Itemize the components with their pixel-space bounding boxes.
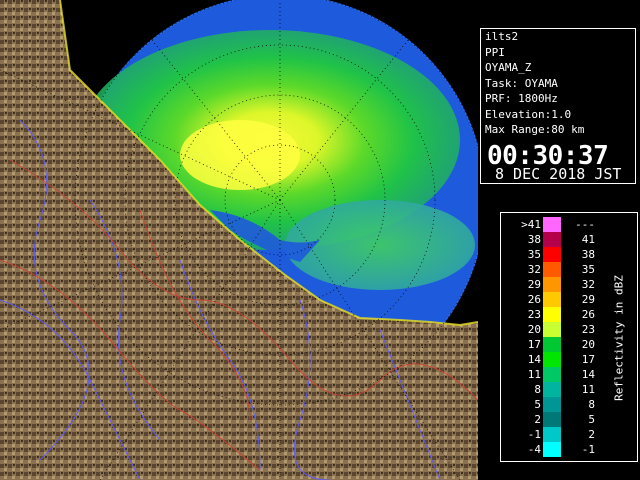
- reflectivity-legend: >41 --- 38 41 35 38 32 35 29 32 26 29 23 26 20 23 17 20 14…: [500, 212, 638, 462]
- legend-color-swatch: [543, 352, 561, 367]
- legend-upper-bound: 11: [581, 383, 595, 396]
- legend-lower-bound: 35: [527, 248, 541, 261]
- legend-color-swatch: [543, 412, 561, 427]
- legend-lower-bound: >41: [521, 218, 541, 231]
- legend-unit-label: Reflectivity in dBZ: [612, 275, 626, 401]
- legend-lower-bound: 8: [534, 383, 541, 396]
- legend-row: 25: [501, 412, 621, 427]
- legend-color-swatch: [543, 307, 561, 322]
- radar-info-box: ilts2 PPI OYAMA_Z Task: OYAMA PRF: 1800H…: [480, 28, 636, 184]
- legend-color-swatch: [543, 397, 561, 412]
- legend-color-swatch: [543, 367, 561, 382]
- legend-lower-bound: 5: [534, 398, 541, 411]
- legend-lower-bound: 20: [527, 323, 541, 336]
- legend-upper-bound: -1: [581, 443, 595, 456]
- legend-lower-bound: 32: [527, 263, 541, 276]
- legend-upper-bound: 17: [581, 353, 595, 366]
- legend-row: >41 ---: [501, 217, 621, 232]
- legend-color-swatch: [543, 427, 561, 442]
- legend-upper-bound: 2: [588, 428, 595, 441]
- legend-row: -4 -1: [501, 442, 621, 457]
- legend-color-swatch: [543, 382, 561, 397]
- field-name: OYAMA_Z: [485, 61, 532, 74]
- legend-row: 26 29: [501, 292, 621, 307]
- legend-row: -1 2: [501, 427, 621, 442]
- product-type: PPI: [485, 45, 505, 59]
- legend-color-swatch: [543, 217, 561, 232]
- legend-color-swatch: [543, 322, 561, 337]
- legend-color-swatch: [543, 247, 561, 262]
- legend-color-swatch: [543, 232, 561, 247]
- task-name: Task: OYAMA: [485, 76, 558, 90]
- legend-lower-bound: -4: [527, 443, 541, 456]
- legend-row: 20 23: [501, 322, 621, 337]
- legend-row: 17 20: [501, 337, 621, 352]
- legend-upper-bound: 26: [581, 308, 595, 321]
- max-range-value: Max Range:80 km: [485, 123, 585, 136]
- legend-color-swatch: [543, 277, 561, 292]
- echo-core: [180, 120, 300, 190]
- legend-lower-bound: 23: [527, 308, 541, 321]
- prf-value: PRF: 1800Hz: [485, 92, 558, 105]
- legend-upper-bound: 38: [581, 248, 595, 261]
- legend-upper-bound: 41: [581, 233, 595, 246]
- legend-color-swatch: [543, 292, 561, 307]
- legend-color-swatch: [543, 442, 561, 457]
- legend-upper-bound: 20: [581, 338, 595, 351]
- legend-row: 14 17: [501, 352, 621, 367]
- info-panel: ilts2 PPI OYAMA_Z Task: OYAMA PRF: 1800H…: [478, 0, 640, 480]
- legend-lower-bound: 29: [527, 278, 541, 291]
- observation-date: 8 DEC 2018 JST: [495, 165, 622, 183]
- legend-lower-bound: 2: [534, 413, 541, 426]
- legend-row: 58: [501, 397, 621, 412]
- legend-upper-bound: 29: [581, 293, 595, 306]
- legend-row: 23 26: [501, 307, 621, 322]
- legend-lower-bound: 38: [527, 233, 541, 246]
- legend-lower-bound: -1: [527, 428, 541, 441]
- legend-color-swatch: [543, 262, 561, 277]
- legend-row: 8 11: [501, 382, 621, 397]
- legend-row: 29 32: [501, 277, 621, 292]
- radar-name: ilts2: [485, 30, 519, 43]
- legend-row: 32 35: [501, 262, 621, 277]
- legend-upper-bound: 5: [588, 413, 595, 426]
- legend-upper-bound: 23: [581, 323, 595, 336]
- legend-row: 35 38: [501, 247, 621, 262]
- legend-row: 38 41: [501, 232, 621, 247]
- legend-lower-bound: 17: [527, 338, 541, 351]
- legend-lower-bound: 14: [527, 353, 541, 366]
- legend-color-swatch: [543, 337, 561, 352]
- radar-map: [0, 0, 478, 480]
- legend-row: 11 14: [501, 367, 621, 382]
- legend-upper-bound: 14: [581, 368, 595, 381]
- legend-upper-bound: 35: [581, 263, 595, 276]
- elevation-value: Elevation:1.0: [485, 107, 572, 121]
- legend-lower-bound: 26: [527, 293, 541, 306]
- legend-upper-bound: 8: [588, 398, 595, 411]
- legend-lower-bound: 11: [527, 368, 541, 381]
- legend-upper-bound: 32: [581, 278, 595, 291]
- legend-upper-bound: ---: [575, 218, 595, 231]
